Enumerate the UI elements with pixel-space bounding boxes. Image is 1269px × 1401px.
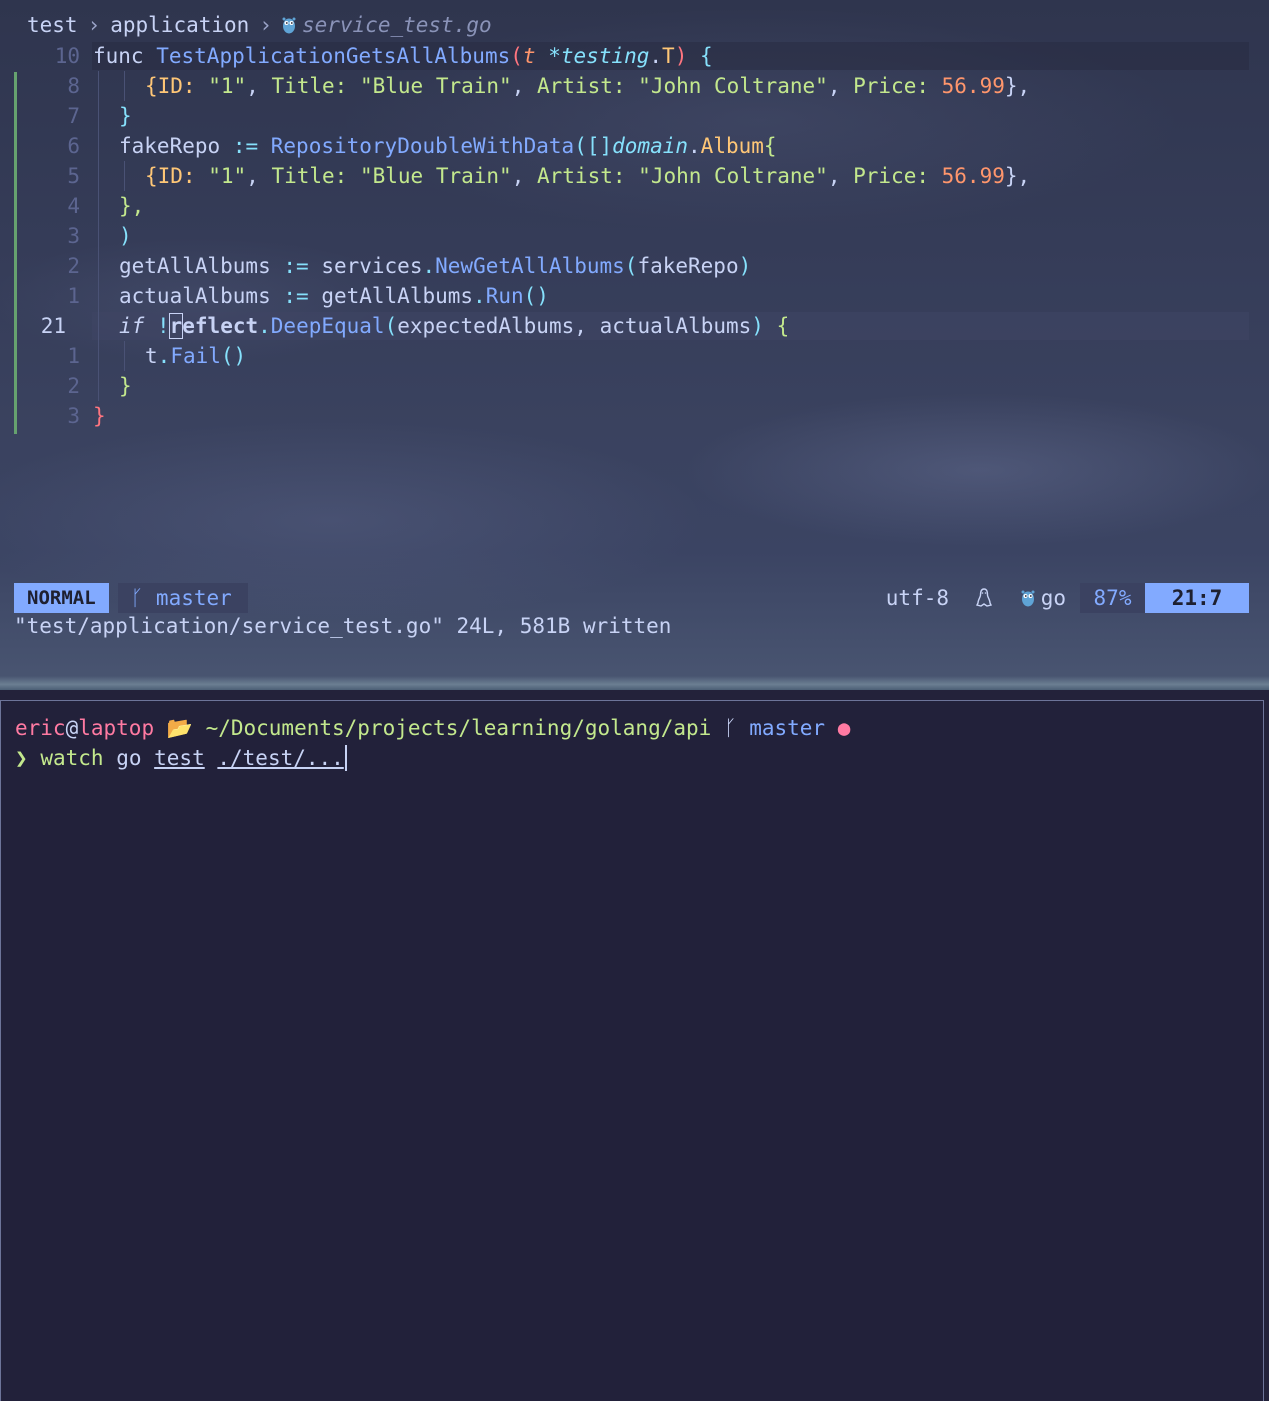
breadcrumb-separator: ›: [87, 13, 101, 37]
line-number: 1: [67, 344, 80, 368]
status-line: NORMAL ᚴ master utf-8 go 87% 21:7: [14, 583, 1249, 613]
line-number: 10: [54, 44, 80, 68]
editor-pane[interactable]: test › application › service_test.go 10 func…: [0, 0, 1269, 690]
indent-guide: [98, 281, 99, 311]
code-line[interactable]: 5 {ID: "1", Title: "Blue Train", Artist:…: [0, 161, 1269, 191]
code-text: }: [119, 374, 132, 398]
mode-indicator: NORMAL: [14, 583, 109, 613]
prompt-path: ~/Documents/projects/learning/golang/api: [205, 716, 712, 740]
breadcrumb-separator: ›: [259, 13, 272, 37]
command-message: "test/application/service_test.go" 24L, …: [14, 614, 672, 638]
sticky-context-line[interactable]: 10 func TestApplicationGetsAllAlbums(t *…: [0, 41, 1269, 71]
indent-guide: [98, 191, 99, 221]
git-dirty-indicator: ●: [837, 716, 851, 740]
line-number: 8: [67, 74, 80, 98]
code-text: {ID: "1", Title: "Blue Train", Artist: "…: [145, 164, 1031, 188]
command-arg: ./test/...: [217, 746, 344, 770]
breadcrumb-file[interactable]: service_test.go: [302, 13, 492, 37]
indent-guide: [98, 371, 99, 401]
prompt-branch: master: [749, 716, 826, 740]
indent-guide: [98, 131, 99, 161]
code-line[interactable]: 4 },: [0, 191, 1269, 221]
status-branch: ᚴ master: [118, 583, 248, 613]
command-line[interactable]: ❯ watch go test ./test/...: [15, 743, 347, 773]
indent-guide: [98, 71, 99, 101]
code-text: t.Fail(): [145, 344, 247, 368]
shell-prompt: eric@laptop 📂 ~/Documents/projects/learn…: [15, 716, 851, 740]
code-text: ): [119, 224, 132, 248]
git-branch-icon: ᚴ: [723, 716, 737, 740]
line-number: 6: [67, 134, 80, 158]
prompt-arrow-icon: ❯: [15, 746, 28, 770]
code-text: if !reflect.DeepEqual(expectedAlbums, ac…: [119, 313, 790, 339]
prompt-host: laptop: [78, 716, 155, 740]
indent-guide: [124, 341, 125, 371]
git-branch-icon: ᚴ: [130, 586, 144, 610]
file-encoding: utf-8: [885, 586, 949, 610]
current-line-number: 21: [40, 314, 66, 338]
indent-guide: [98, 101, 99, 131]
linux-tux-icon: [975, 583, 993, 613]
breadcrumb-dir-application[interactable]: application: [110, 13, 249, 37]
terminal-pane[interactable]: eric@laptop 📂 ~/Documents/projects/learn…: [0, 700, 1264, 1401]
code-text: }: [119, 104, 132, 128]
indent-guide: [98, 161, 99, 191]
code-text: actualAlbums := getAllAlbums.Run(): [119, 284, 549, 308]
code-line[interactable]: 1 t.Fail(): [0, 341, 1269, 371]
breadcrumb-dir-test[interactable]: test: [27, 13, 78, 37]
line-number: 3: [67, 224, 80, 248]
indent-guide: [98, 311, 99, 341]
line-number: 2: [67, 254, 80, 278]
command-test: test: [154, 746, 205, 770]
code-line[interactable]: 1 actualAlbums := getAllAlbums.Run(): [0, 281, 1269, 311]
code-line[interactable]: 6 fakeRepo := RepositoryDoubleWithData([…: [0, 131, 1269, 161]
indent-guide: [124, 71, 125, 101]
line-number: 1: [67, 284, 80, 308]
code-area[interactable]: 10 func TestApplicationGetsAllAlbums(t *…: [0, 41, 1269, 431]
code-line[interactable]: 7 }: [0, 101, 1269, 131]
code-text: },: [119, 194, 145, 218]
code-line[interactable]: 8 {ID: "1", Title: "Blue Train", Artist:…: [0, 71, 1269, 101]
breadcrumb: test › application › service_test.go: [27, 10, 492, 40]
line-number: 2: [67, 374, 80, 398]
gopher-icon: [282, 17, 296, 34]
code-text: {ID: "1", Title: "Blue Train", Artist: "…: [145, 74, 1031, 98]
cursor-position: 21:7: [1145, 583, 1249, 613]
command-go: go: [116, 746, 142, 770]
gopher-icon: [1021, 590, 1035, 607]
code-text: getAllAlbums := services.NewGetAllAlbums…: [119, 254, 752, 278]
line-number: 4: [67, 194, 80, 218]
indent-guide: [98, 341, 99, 371]
line-number: 3: [67, 404, 80, 428]
indent-guide: [98, 221, 99, 251]
filetype: go: [1021, 583, 1066, 613]
current-line[interactable]: 21 if !reflect.DeepEqual(expectedAlbums,…: [0, 311, 1269, 341]
prompt-user: eric: [15, 716, 66, 740]
code-line[interactable]: 3 }: [0, 401, 1269, 431]
line-number: 7: [67, 104, 80, 128]
code-text: func TestApplicationGetsAllAlbums(t *tes…: [93, 44, 713, 68]
code-line[interactable]: 2 getAllAlbums := services.NewGetAllAlbu…: [0, 251, 1269, 281]
code-text: }: [93, 404, 106, 428]
open-folder-icon: 📂: [166, 716, 193, 740]
code-line[interactable]: 3 ): [0, 221, 1269, 251]
line-number: 5: [67, 164, 80, 188]
command-watch: watch: [40, 746, 104, 770]
indent-guide: [124, 161, 125, 191]
code-text: fakeRepo := RepositoryDoubleWithData([]d…: [119, 134, 777, 158]
editor-cursor: r: [168, 313, 184, 339]
terminal-cursor: [344, 745, 347, 771]
code-line[interactable]: 2 }: [0, 371, 1269, 401]
indent-guide: [98, 251, 99, 281]
scroll-percent: 87%: [1080, 583, 1145, 613]
